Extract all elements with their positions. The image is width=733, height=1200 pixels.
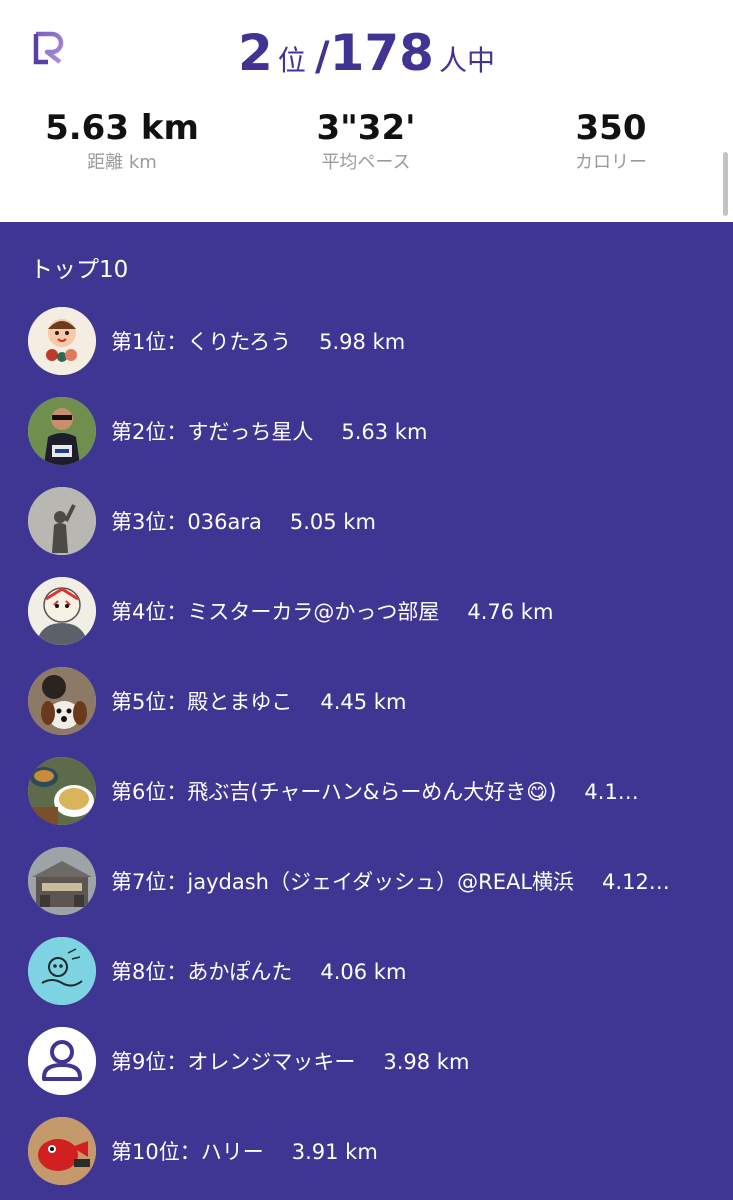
user-distance: 5.63 km bbox=[341, 420, 428, 444]
stat-calories-value: 350 bbox=[575, 108, 647, 148]
user-name: ミスターカラ@かっつ部屋 bbox=[187, 600, 440, 624]
food-photo-avatar[interactable] bbox=[28, 757, 96, 825]
leaderboard-row[interactable]: 第6位：飛ぶ吉(チャーハン&らーめん大好き😋) 4.1… bbox=[28, 757, 718, 827]
rank-unit: 位 bbox=[277, 44, 306, 77]
dog-photo-avatar[interactable] bbox=[28, 667, 96, 735]
red-character-avatar[interactable] bbox=[28, 1117, 96, 1185]
user-name: くりたろう bbox=[187, 330, 292, 354]
cartoon-character-avatar[interactable] bbox=[28, 307, 96, 375]
summary-header: 2 位 /178 人中 5.63 km 距離 km 3"32' 平均ペース 35… bbox=[0, 0, 733, 222]
user-distance: 3.91 km bbox=[291, 1140, 378, 1164]
masked-wrestler-avatar[interactable] bbox=[28, 577, 96, 645]
leaderboard-row[interactable]: 第1位：くりたろう 5.98 km bbox=[28, 307, 718, 377]
rank-label: 第4位： bbox=[111, 600, 188, 624]
leaderboard-row[interactable]: 第10位：ハリー 3.91 km bbox=[28, 1117, 718, 1187]
rank-label: 第2位： bbox=[111, 420, 188, 444]
rank-label: 第8位： bbox=[111, 960, 188, 984]
leaderboard-row[interactable]: 第2位：すだっち星人 5.63 km bbox=[28, 397, 718, 467]
rank-label: 第5位： bbox=[111, 690, 188, 714]
rank-label: 第10位： bbox=[111, 1140, 201, 1164]
stat-pace-label: 平均ペース bbox=[321, 152, 411, 173]
user-name: 036ara bbox=[187, 510, 262, 534]
sketch-drawing-avatar[interactable] bbox=[28, 937, 96, 1005]
rank-label: 第1位： bbox=[111, 330, 188, 354]
stat-pace-value: 3"32' bbox=[316, 108, 416, 148]
user-name: jaydash（ジェイダッシュ）@REAL横浜 bbox=[187, 870, 575, 894]
leaderboard-row[interactable]: 第3位：036ara 5.05 km bbox=[28, 487, 718, 557]
user-name: 飛ぶ吉(チャーハン&らーめん大好き😋) bbox=[187, 780, 557, 804]
leaderboard-row[interactable]: 第9位：オレンジマッキー 3.98 km bbox=[28, 1027, 718, 1097]
user-name: ハリー bbox=[200, 1140, 264, 1164]
rank-label: 第3位： bbox=[111, 510, 188, 534]
leaderboard-row[interactable]: 第8位：あかぽんた 4.06 km bbox=[28, 937, 718, 1007]
stat-distance: 5.63 km 距離 km bbox=[22, 108, 222, 178]
rank-label: 第9位： bbox=[111, 1050, 188, 1074]
leaderboard-row[interactable]: 第4位：ミスターカラ@かっつ部屋 4.76 km bbox=[28, 577, 718, 647]
user-distance: 3.98 km bbox=[383, 1050, 470, 1074]
stat-calories: 350 カロリー bbox=[511, 108, 711, 178]
building-photo-avatar[interactable] bbox=[28, 847, 96, 915]
rank-label: 第6位： bbox=[111, 780, 188, 804]
shadow-photo-avatar[interactable] bbox=[28, 487, 96, 555]
scrollbar-thumb[interactable] bbox=[723, 152, 728, 216]
stat-pace: 3"32' 平均ペース bbox=[266, 108, 466, 178]
total-unit: 人中 bbox=[439, 44, 496, 77]
user-distance: 4.06 km bbox=[320, 960, 407, 984]
stat-calories-label: カロリー bbox=[575, 152, 647, 173]
user-name: あかぽんた bbox=[187, 960, 293, 984]
leaderboard-row[interactable]: 第7位：jaydash（ジェイダッシュ）@REAL横浜 4.12… bbox=[28, 847, 718, 917]
leaderboard-row[interactable]: 第5位：殿とまゆこ 4.45 km bbox=[28, 667, 718, 737]
rank-value: 2 bbox=[237, 24, 273, 82]
leaderboard-panel[interactable]: トップ10 第1位：くりたろう 5.98 km 第2位：すだっち星人 5.63 km… bbox=[0, 222, 733, 1200]
user-name: すだっち星人 bbox=[187, 420, 314, 444]
total-participants: 178 bbox=[329, 24, 434, 82]
stat-distance-label: 距離 km bbox=[87, 152, 157, 173]
user-distance: 5.98 km bbox=[319, 330, 406, 354]
leaderboard-title: トップ10 bbox=[30, 257, 129, 283]
rank-separator: / bbox=[314, 34, 330, 80]
user-name: 殿とまゆこ bbox=[187, 690, 293, 714]
user-distance: 4.12… bbox=[602, 870, 670, 894]
user-name: オレンジマッキー bbox=[187, 1050, 356, 1074]
stat-distance-value: 5.63 km bbox=[45, 108, 199, 148]
default-user-avatar[interactable] bbox=[28, 1027, 96, 1095]
user-distance: 4.45 km bbox=[320, 690, 407, 714]
user-distance: 4.76 km bbox=[467, 600, 554, 624]
user-distance: 5.05 km bbox=[289, 510, 376, 534]
rank-summary: 2 位 /178 人中 bbox=[0, 24, 733, 82]
user-distance: 4.1… bbox=[584, 780, 639, 804]
rank-label: 第7位： bbox=[111, 870, 188, 894]
runner-photo-avatar[interactable] bbox=[28, 397, 96, 465]
